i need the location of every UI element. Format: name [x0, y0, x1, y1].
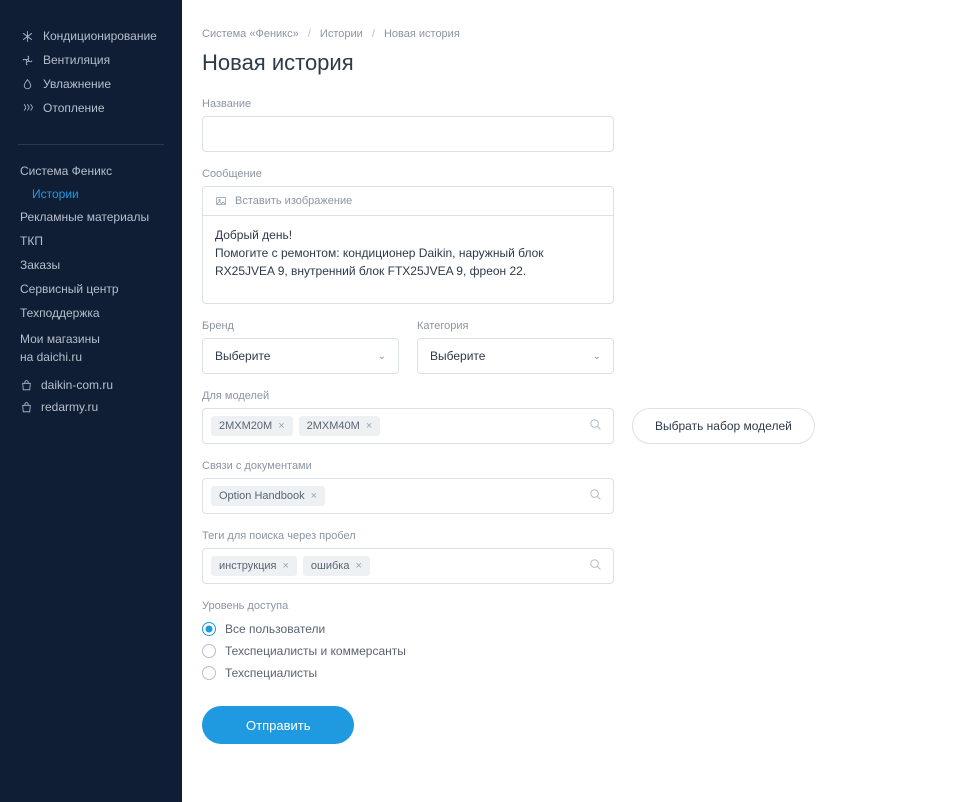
search-tags-tagbox[interactable]: инструкция × ошибка × [202, 548, 614, 584]
search-tag: инструкция × [211, 556, 297, 576]
tag-label: 2MXM20M [219, 420, 272, 432]
label-name: Название [202, 98, 920, 110]
bag-icon [20, 379, 33, 392]
search-tag: ошибка × [303, 556, 370, 576]
sidebar-item-ventilation[interactable]: Вентиляция [20, 48, 170, 72]
tag-remove-icon[interactable]: × [366, 420, 372, 432]
radio-icon [202, 622, 216, 636]
radio-label: Все пользователи [225, 622, 325, 636]
label-doc-links: Связи с документами [202, 460, 920, 472]
main-content: Система «Феникс» / Истории / Новая истор… [182, 0, 956, 802]
breadcrumb: Система «Феникс» / Истории / Новая истор… [202, 28, 920, 40]
brand-select[interactable]: Выберите ⌄ [202, 338, 399, 374]
sidebar-item-label: Кондиционирование [43, 29, 157, 43]
label-message: Сообщение [202, 168, 920, 180]
chevron-down-icon: ⌄ [378, 351, 386, 362]
heat-icon [20, 101, 34, 115]
select-models-button[interactable]: Выбрать набор моделей [632, 408, 815, 444]
tag-remove-icon[interactable]: × [355, 560, 361, 572]
page-title: Новая история [202, 50, 920, 76]
access-option-tech[interactable]: Техспециалисты [202, 662, 920, 684]
nav-external-label: daikin-com.ru [41, 378, 113, 392]
sidebar-item-heating[interactable]: Отопление [20, 96, 170, 120]
fan-icon [20, 53, 34, 67]
drop-icon [20, 77, 34, 91]
breadcrumb-item[interactable]: Истории [320, 28, 363, 40]
sidebar-top-section: Кондиционирование Вентиляция Увлажнение … [0, 24, 182, 138]
submit-button[interactable]: Отправить [202, 706, 354, 744]
tag-label: инструкция [219, 560, 276, 572]
radio-label: Техспециалисты и коммерсанты [225, 644, 406, 658]
tag-remove-icon[interactable]: × [311, 490, 317, 502]
access-radio-group: Все пользователи Техспециалисты и коммер… [202, 618, 920, 684]
message-textarea[interactable] [203, 216, 613, 300]
search-icon[interactable] [588, 557, 603, 575]
tag-label: 2MXM40M [307, 420, 360, 432]
nav-support[interactable]: Техподдержка [20, 301, 170, 325]
label-access: Уровень доступа [202, 600, 920, 612]
breadcrumb-item[interactable]: Система «Феникс» [202, 28, 299, 40]
nav-phoenix-stories[interactable]: Истории [20, 183, 170, 205]
sidebar-nav-section: Система Феникс Истории Рекламные материа… [0, 159, 182, 418]
nav-external-daikin[interactable]: daikin-com.ru [20, 374, 170, 396]
nav-phoenix[interactable]: Система Феникс [20, 159, 170, 183]
radio-icon [202, 644, 216, 658]
sidebar-item-label: Отопление [43, 101, 105, 115]
search-icon[interactable] [588, 417, 603, 435]
nav-orders[interactable]: Заказы [20, 253, 170, 277]
tag-label: Option Handbook [219, 490, 305, 502]
chevron-down-icon: ⌄ [593, 351, 601, 362]
doc-tag: Option Handbook × [211, 486, 325, 506]
sidebar-item-label: Вентиляция [43, 53, 110, 67]
nav-tkp[interactable]: ТКП [20, 229, 170, 253]
snowflake-icon [20, 29, 34, 43]
access-option-all[interactable]: Все пользователи [202, 618, 920, 640]
sidebar-item-label: Увлажнение [43, 77, 111, 91]
tag-label: ошибка [311, 560, 350, 572]
label-category: Категория [417, 320, 614, 332]
insert-image-label: Вставить изображение [235, 195, 352, 207]
access-option-tech-comm[interactable]: Техспециалисты и коммерсанты [202, 640, 920, 662]
breadcrumb-current: Новая история [384, 28, 460, 40]
sidebar-divider [18, 144, 164, 145]
sidebar: Кондиционирование Вентиляция Увлажнение … [0, 0, 182, 802]
name-input[interactable] [202, 116, 614, 152]
nav-my-stores-line1: Мои магазины [20, 332, 100, 346]
sidebar-item-conditioning[interactable]: Кондиционирование [20, 24, 170, 48]
tag-remove-icon[interactable]: × [282, 560, 288, 572]
category-select-value: Выберите [430, 349, 485, 363]
nav-my-stores[interactable]: Мои магазины на daichi.ru [20, 325, 170, 374]
breadcrumb-sep: / [372, 28, 375, 40]
breadcrumb-sep: / [308, 28, 311, 40]
nav-advertising[interactable]: Рекламные материалы [20, 205, 170, 229]
docs-tagbox[interactable]: Option Handbook × [202, 478, 614, 514]
message-box: Вставить изображение [202, 186, 614, 304]
tag-remove-icon[interactable]: × [278, 420, 284, 432]
models-tagbox[interactable]: 2MXM20M × 2MXM40M × [202, 408, 614, 444]
model-tag: 2MXM20M × [211, 416, 293, 436]
image-icon [215, 195, 227, 207]
nav-service-center[interactable]: Сервисный центр [20, 277, 170, 301]
label-brand: Бренд [202, 320, 399, 332]
label-tags: Теги для поиска через пробел [202, 530, 920, 542]
brand-category-row: Бренд Выберите ⌄ Категория Выберите ⌄ [202, 320, 614, 374]
brand-select-value: Выберите [215, 349, 270, 363]
category-select[interactable]: Выберите ⌄ [417, 338, 614, 374]
radio-icon [202, 666, 216, 680]
model-tag: 2MXM40M × [299, 416, 381, 436]
models-row: 2MXM20M × 2MXM40M × Выбрать набор моделе… [202, 408, 920, 444]
nav-external-redarmy[interactable]: redarmy.ru [20, 396, 170, 418]
search-icon[interactable] [588, 487, 603, 505]
bag-icon [20, 401, 33, 414]
insert-image-button[interactable]: Вставить изображение [203, 187, 613, 216]
radio-label: Техспециалисты [225, 666, 317, 680]
label-for-models: Для моделей [202, 390, 920, 402]
sidebar-item-humidification[interactable]: Увлажнение [20, 72, 170, 96]
nav-my-stores-line2: на daichi.ru [20, 350, 82, 364]
nav-external-label: redarmy.ru [41, 400, 98, 414]
